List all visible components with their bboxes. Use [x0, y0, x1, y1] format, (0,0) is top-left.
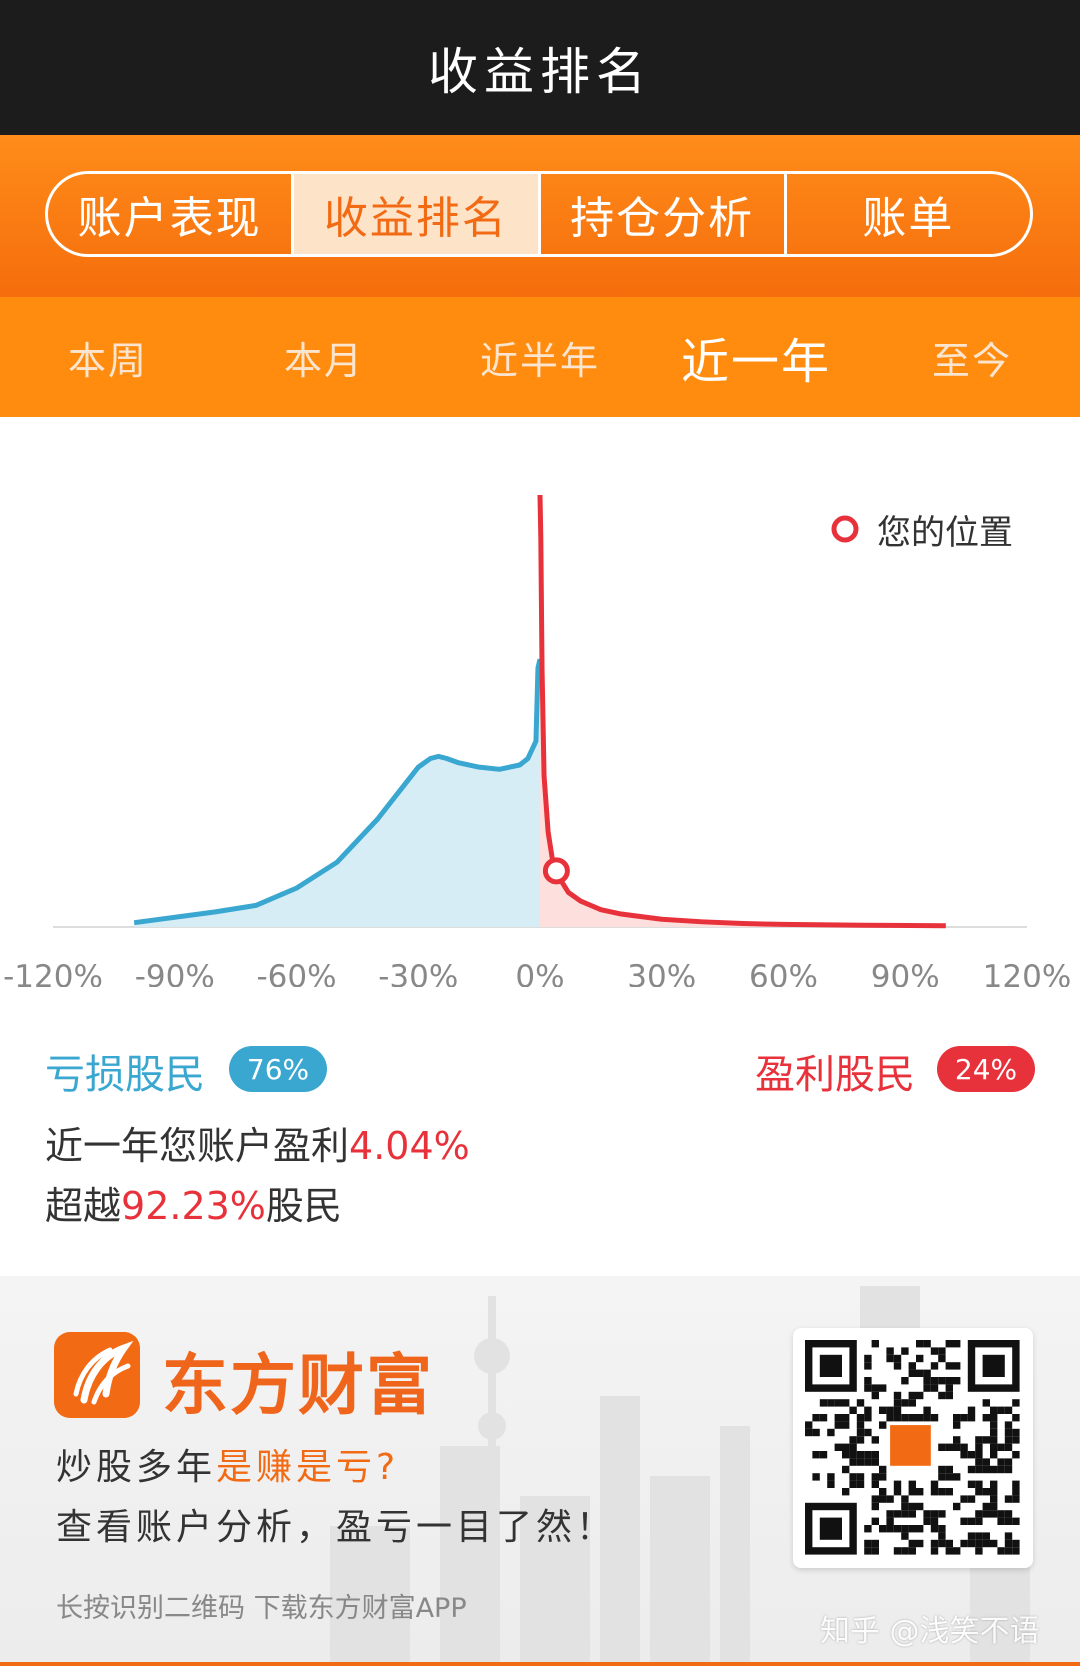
brand-name: 东方财富	[162, 1347, 434, 1424]
x-tick-label: 90%	[871, 959, 940, 987]
distribution-chart: -120% -90% -60% -30% 0% 30% 60% 90% 120%	[3, 494, 1072, 987]
gain-investors-label: 盈利股民	[755, 1052, 915, 1098]
watermark: 知乎 @浅笑不语	[820, 1614, 1040, 1649]
legend-label: 您的位置	[877, 513, 1013, 553]
slogan-highlight: 是赚是亏?	[216, 1447, 400, 1488]
x-tick-label: 0%	[515, 959, 564, 987]
x-tick-label: -90%	[135, 959, 215, 987]
period-half-year[interactable]: 近半年	[432, 330, 648, 385]
segment-tabs: 账户表现 收益排名 持仓分析 账单	[45, 171, 1033, 257]
rank-summary-prefix: 超越	[45, 1184, 122, 1228]
tab-bill[interactable]: 账单	[783, 174, 1030, 254]
tab-return-ranking[interactable]: 收益排名	[291, 174, 538, 254]
x-tick-label: 30%	[627, 959, 696, 987]
x-tick-label: 120%	[983, 959, 1072, 987]
gain-series-line	[537, 494, 946, 929]
period-bar: 本周 本月 近半年 近一年 至今	[0, 297, 1080, 417]
loss-area	[134, 659, 540, 927]
period-one-year[interactable]: 近一年	[648, 322, 864, 392]
qr-code-icon[interactable]	[793, 1328, 1033, 1568]
page-title: 收益排名	[0, 0, 1080, 135]
tab-account-performance[interactable]: 账户表现	[48, 174, 291, 254]
x-tick-label: -120%	[3, 959, 103, 987]
return-value: 4.04%	[349, 1124, 470, 1168]
x-tick-label: -60%	[256, 959, 336, 987]
return-summary-prefix: 近一年您账户盈利	[45, 1124, 350, 1168]
tab-holdings-analysis[interactable]: 持仓分析	[537, 174, 784, 254]
eastmoney-logo-icon	[54, 1332, 140, 1418]
gain-percent-badge: 24%	[937, 1046, 1035, 1092]
loss-investors-label: 亏损股民	[45, 1052, 205, 1098]
slogan-line-1: 炒股多年是赚是亏?	[56, 1438, 399, 1490]
gain-area	[540, 495, 946, 927]
rank-value: 92.23%	[121, 1184, 266, 1228]
x-tick-label: 60%	[749, 959, 818, 987]
x-tick-label: -30%	[378, 959, 458, 987]
legend-marker-icon	[831, 515, 859, 543]
bottom-accent-line	[0, 1662, 1080, 1666]
period-to-date[interactable]: 至今	[864, 330, 1080, 385]
period-month[interactable]: 本月	[216, 330, 432, 385]
download-hint: 长按识别二维码 下载东方财富APP	[56, 1593, 467, 1624]
rank-summary: 超越92.23%股民	[45, 1175, 342, 1230]
loss-percent-badge: 76%	[229, 1046, 327, 1092]
your-position-marker	[542, 857, 570, 885]
period-week[interactable]: 本周	[0, 330, 216, 385]
slogan-text: 炒股多年	[56, 1447, 217, 1488]
slogan-line-2: 查看账户分析，盈亏一目了然！	[56, 1507, 617, 1548]
return-summary: 近一年您账户盈利4.04%	[45, 1115, 470, 1170]
rank-summary-suffix: 股民	[265, 1184, 342, 1228]
